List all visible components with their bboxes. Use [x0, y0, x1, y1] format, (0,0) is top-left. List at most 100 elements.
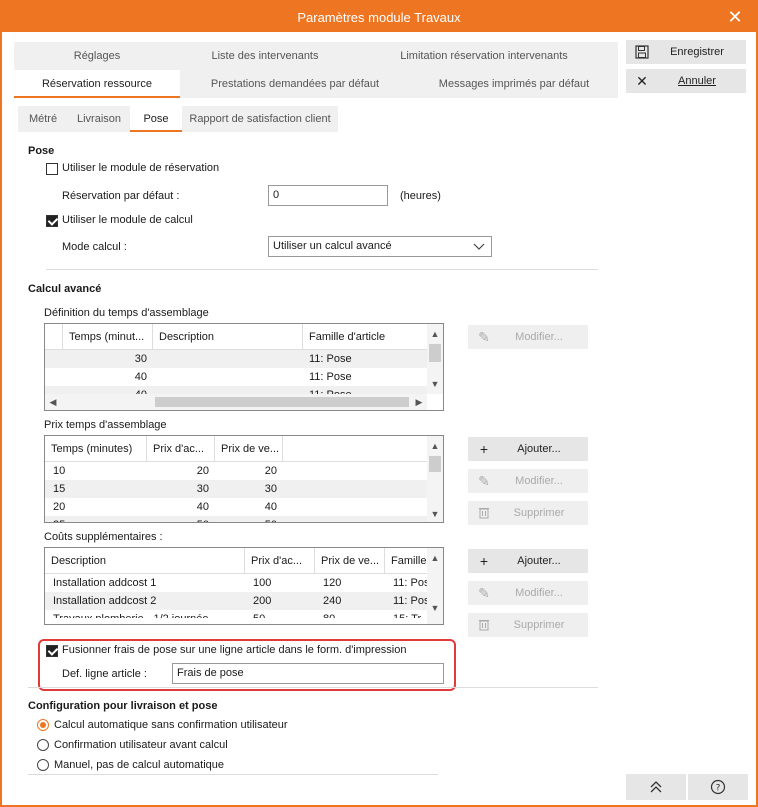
col-header[interactable]: Prix de ve...: [315, 548, 385, 574]
tab-prestations[interactable]: Prestations demandées par défaut: [180, 70, 410, 98]
cell: 40: [196, 501, 209, 513]
calc-mode-select[interactable]: Utiliser un calcul avancé: [268, 236, 492, 257]
tab-limitation-reservation[interactable]: Limitation réservation intervenants: [350, 42, 618, 70]
chevron-right-icon[interactable]: ▶: [411, 394, 427, 410]
table-row[interactable]: 20 40 40: [45, 498, 427, 516]
cell: Installation addcost 2: [53, 595, 157, 607]
use-calc-checkbox[interactable]: [46, 215, 58, 227]
col-header[interactable]: Temps (minutes): [45, 436, 147, 462]
tab-messages-imprimes[interactable]: Messages imprimés par défaut: [410, 70, 618, 98]
collapse-button[interactable]: [626, 774, 686, 800]
delete-extra-cost-button[interactable]: Supprimer: [468, 613, 588, 637]
col-header[interactable]: Description: [153, 324, 303, 350]
assembly-def-label: Définition du temps d'assemblage: [44, 307, 209, 319]
delete-assembly-price-button[interactable]: Supprimer: [468, 501, 588, 525]
subtab-rapport-satisfaction[interactable]: Rapport de satisfaction client: [182, 106, 338, 132]
radio-auto-calc-label: Calcul automatique sans confirmation uti…: [54, 719, 288, 731]
calc-mode-value: Utiliser un calcul avancé: [273, 240, 392, 252]
chevron-down-icon[interactable]: ▼: [427, 376, 443, 392]
col-header[interactable]: Prix d'ac...: [245, 548, 315, 574]
plus-icon: +: [479, 553, 489, 569]
cell: 15: [53, 483, 66, 495]
close-icon[interactable]: ✕: [724, 6, 746, 28]
subtab-metre[interactable]: Métré: [18, 106, 68, 132]
add-label: Ajouter...: [517, 555, 561, 567]
tab-liste-intervenants[interactable]: Liste des intervenants: [180, 42, 350, 70]
modify-label: Modifier...: [515, 475, 563, 487]
chevron-up-icon[interactable]: ▲: [427, 326, 443, 342]
radio-auto-calc[interactable]: [37, 719, 49, 731]
chevron-down-icon[interactable]: ▼: [427, 506, 443, 522]
vertical-scrollbar[interactable]: ▲ ▼: [427, 548, 443, 624]
help-icon: ?: [710, 779, 726, 804]
table-row[interactable]: 40 11: Pose: [45, 386, 427, 394]
cell: 11: Pose: [309, 371, 352, 383]
use-reservation-checkbox[interactable]: [46, 163, 58, 175]
table-row[interactable]: 40 11: Pose: [45, 368, 427, 386]
col-header[interactable]: Famille: [385, 548, 427, 574]
table-row[interactable]: Installation addcost 2 200 240 11: Pos: [45, 592, 427, 610]
table-row[interactable]: 10 20 20: [45, 462, 427, 480]
radio-confirm-calc[interactable]: [37, 739, 49, 751]
col-header[interactable]: Prix de ve...: [215, 436, 283, 462]
save-label: Enregistrer: [670, 46, 724, 58]
scroll-thumb[interactable]: [429, 456, 441, 472]
table-row[interactable]: Installation addcost 1 100 120 11: Pos: [45, 574, 427, 592]
pencil-icon: ✎: [478, 585, 490, 601]
modify-assembly-def-button[interactable]: ✎ Modifier...: [468, 325, 588, 349]
cell: [153, 350, 303, 368]
cancel-button[interactable]: ✕ Annuler: [626, 69, 746, 93]
separator: [28, 687, 598, 688]
separator: [46, 269, 598, 270]
help-button[interactable]: ?: [688, 774, 748, 800]
horizontal-scrollbar[interactable]: ◀ ▶: [45, 394, 427, 410]
advanced-heading: Calcul avancé: [28, 283, 102, 295]
cell: 30: [264, 483, 277, 495]
assembly-price-label: Prix temps d'assemblage: [44, 419, 167, 431]
cell: 50: [215, 516, 283, 522]
merge-checkbox[interactable]: [46, 645, 58, 657]
add-assembly-price-button[interactable]: + Ajouter...: [468, 437, 588, 461]
table-row[interactable]: 25 50 50: [45, 516, 427, 522]
cell: 80: [317, 610, 385, 618]
add-extra-cost-button[interactable]: + Ajouter...: [468, 549, 588, 573]
modify-label: Modifier...: [515, 587, 563, 599]
chevron-up-icon[interactable]: ▲: [427, 550, 443, 566]
scroll-thumb[interactable]: [429, 344, 441, 362]
cell: 25: [47, 516, 147, 522]
cell: 20: [264, 465, 277, 477]
separator: [28, 774, 438, 775]
pencil-icon: ✎: [478, 473, 490, 489]
radio-manual-calc[interactable]: [37, 759, 49, 771]
default-reservation-input[interactable]: 0: [268, 185, 388, 206]
tab-reglages[interactable]: Réglages: [14, 42, 180, 70]
chevron-down-icon[interactable]: ▼: [427, 600, 443, 616]
subtab-livraison[interactable]: Livraison: [68, 106, 130, 132]
vertical-scrollbar[interactable]: ▲ ▼: [427, 324, 443, 394]
modify-assembly-price-button[interactable]: ✎ Modifier...: [468, 469, 588, 493]
tab-reservation-ressource[interactable]: Réservation ressource: [14, 70, 180, 98]
radio-confirm-calc-label: Confirmation utilisateur avant calcul: [54, 739, 228, 751]
cell: 15: Tr: [387, 610, 427, 618]
table-row[interactable]: Travaux plomberie - 1/2 journée 50 80 15…: [45, 610, 427, 618]
table-row[interactable]: 15 30 30: [45, 480, 427, 498]
pose-heading: Pose: [28, 145, 55, 157]
line-def-input[interactable]: Frais de pose: [172, 663, 444, 684]
subtab-pose[interactable]: Pose: [130, 106, 182, 132]
cell: 11: Pose: [303, 386, 427, 394]
save-button[interactable]: Enregistrer: [626, 40, 746, 64]
col-header[interactable]: Description: [45, 548, 245, 574]
cell: 50: [147, 516, 215, 522]
row-header-cell: [45, 324, 63, 350]
col-header[interactable]: Prix d'ac...: [147, 436, 215, 462]
col-header[interactable]: Famille d'article: [303, 324, 427, 350]
table-row[interactable]: 30 11: Pose: [45, 350, 427, 368]
vertical-scrollbar[interactable]: ▲ ▼: [427, 436, 443, 522]
col-header[interactable]: Temps (minut...: [63, 324, 153, 350]
cell: 30: [134, 353, 147, 365]
scroll-thumb[interactable]: [155, 397, 409, 407]
chevron-left-icon[interactable]: ◀: [45, 394, 61, 410]
modify-extra-cost-button[interactable]: ✎ Modifier...: [468, 581, 588, 605]
chevron-up-icon[interactable]: ▲: [427, 438, 443, 454]
delete-label: Supprimer: [513, 619, 565, 631]
